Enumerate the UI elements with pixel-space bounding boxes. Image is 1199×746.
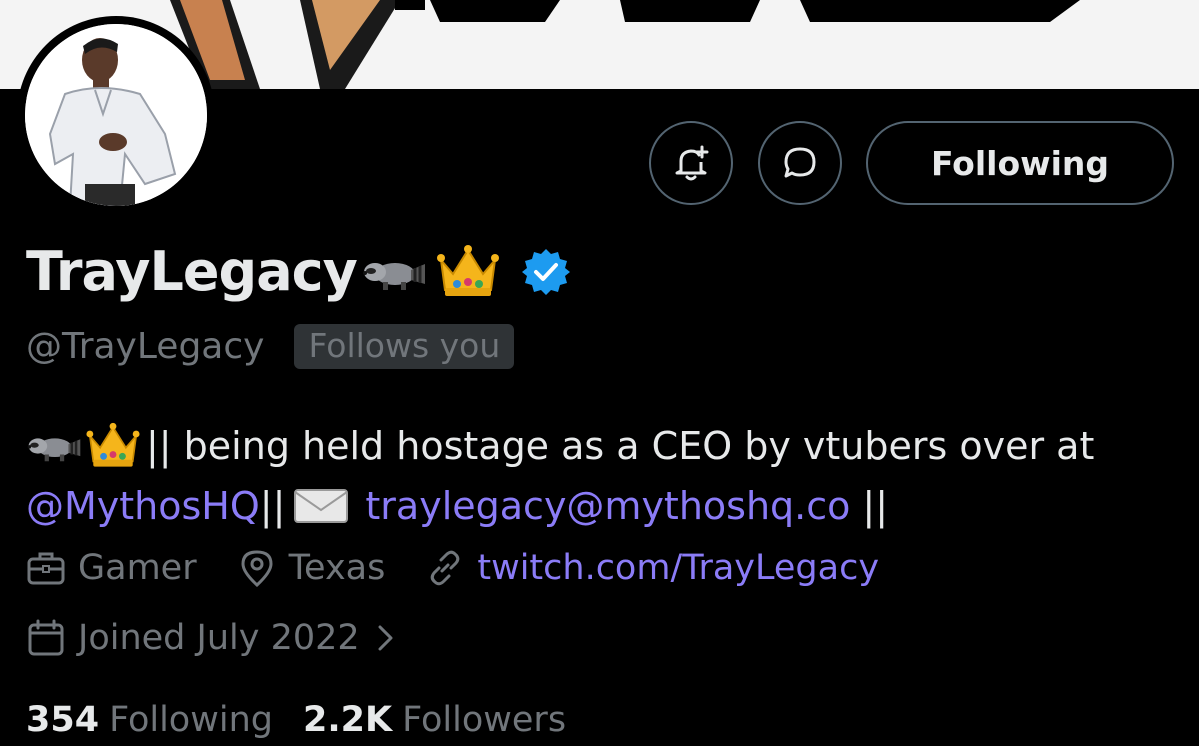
location-pin-icon (241, 550, 273, 588)
message-button[interactable] (758, 121, 842, 205)
bell-plus-icon (675, 145, 709, 181)
email-link[interactable]: traylegacy@mythoshq.co (365, 476, 850, 536)
bio-end: || (862, 484, 888, 528)
location-label: Texas (288, 548, 386, 588)
meta-location: Texas (237, 548, 386, 588)
display-name: TrayLegacy (26, 240, 358, 303)
bio-line-2: @MythosHQ || traylegacy@mythoshq.co || (26, 476, 1176, 536)
chat-bubble-icon (784, 147, 816, 178)
following-count-link[interactable]: 354 Following (26, 700, 273, 740)
chevron-right-icon (378, 625, 393, 651)
link-icon (431, 550, 460, 586)
joined-date-row[interactable]: Joined July 2022 (26, 618, 398, 658)
following-count-label: Following (109, 700, 273, 740)
joined-label: Joined July 2022 (78, 618, 360, 658)
handle-row: @TrayLegacy Follows you (26, 324, 515, 369)
category-label: Gamer (78, 548, 197, 588)
meta-category: Gamer (26, 548, 197, 588)
followers-count-label: Followers (402, 700, 567, 740)
following-button[interactable]: Following (866, 121, 1174, 205)
bio-separator: || (259, 484, 286, 528)
profile-avatar[interactable] (17, 16, 215, 214)
raccoon-emoji-icon (27, 438, 81, 462)
notify-button[interactable] (649, 121, 733, 205)
raccoon-emoji-icon (362, 262, 425, 290)
follow-counts: 354 Following 2.2K Followers (26, 700, 596, 740)
mention-link[interactable]: @MythosHQ (26, 476, 260, 536)
calendar-icon (28, 619, 64, 656)
profile-bio: || being held hostage as a CEO by vtuber… (26, 416, 1176, 536)
briefcase-icon (27, 552, 65, 585)
followers-count-link[interactable]: 2.2K Followers (303, 700, 566, 740)
profile-meta: Gamer Texas twitch.com/TrayLegacy (26, 548, 919, 588)
name-row: TrayLegacy (26, 240, 571, 303)
following-count: 354 (26, 700, 100, 740)
crown-emoji-icon (86, 422, 140, 467)
bio-line-1: || being held hostage as a CEO by vtuber… (26, 416, 1176, 476)
verified-badge-icon[interactable] (521, 247, 571, 297)
follows-you-badge: Follows you (294, 324, 515, 369)
crown-emoji-icon (436, 244, 499, 296)
followers-count: 2.2K (302, 700, 393, 740)
profile-handle: @TrayLegacy (26, 326, 265, 367)
bio-text: || being held hostage as a CEO by vtuber… (146, 424, 1095, 468)
website-link[interactable]: twitch.com/TrayLegacy (477, 548, 879, 588)
meta-website[interactable]: twitch.com/TrayLegacy (425, 548, 879, 588)
avatar-image (25, 24, 207, 206)
envelope-emoji-icon (294, 489, 349, 523)
